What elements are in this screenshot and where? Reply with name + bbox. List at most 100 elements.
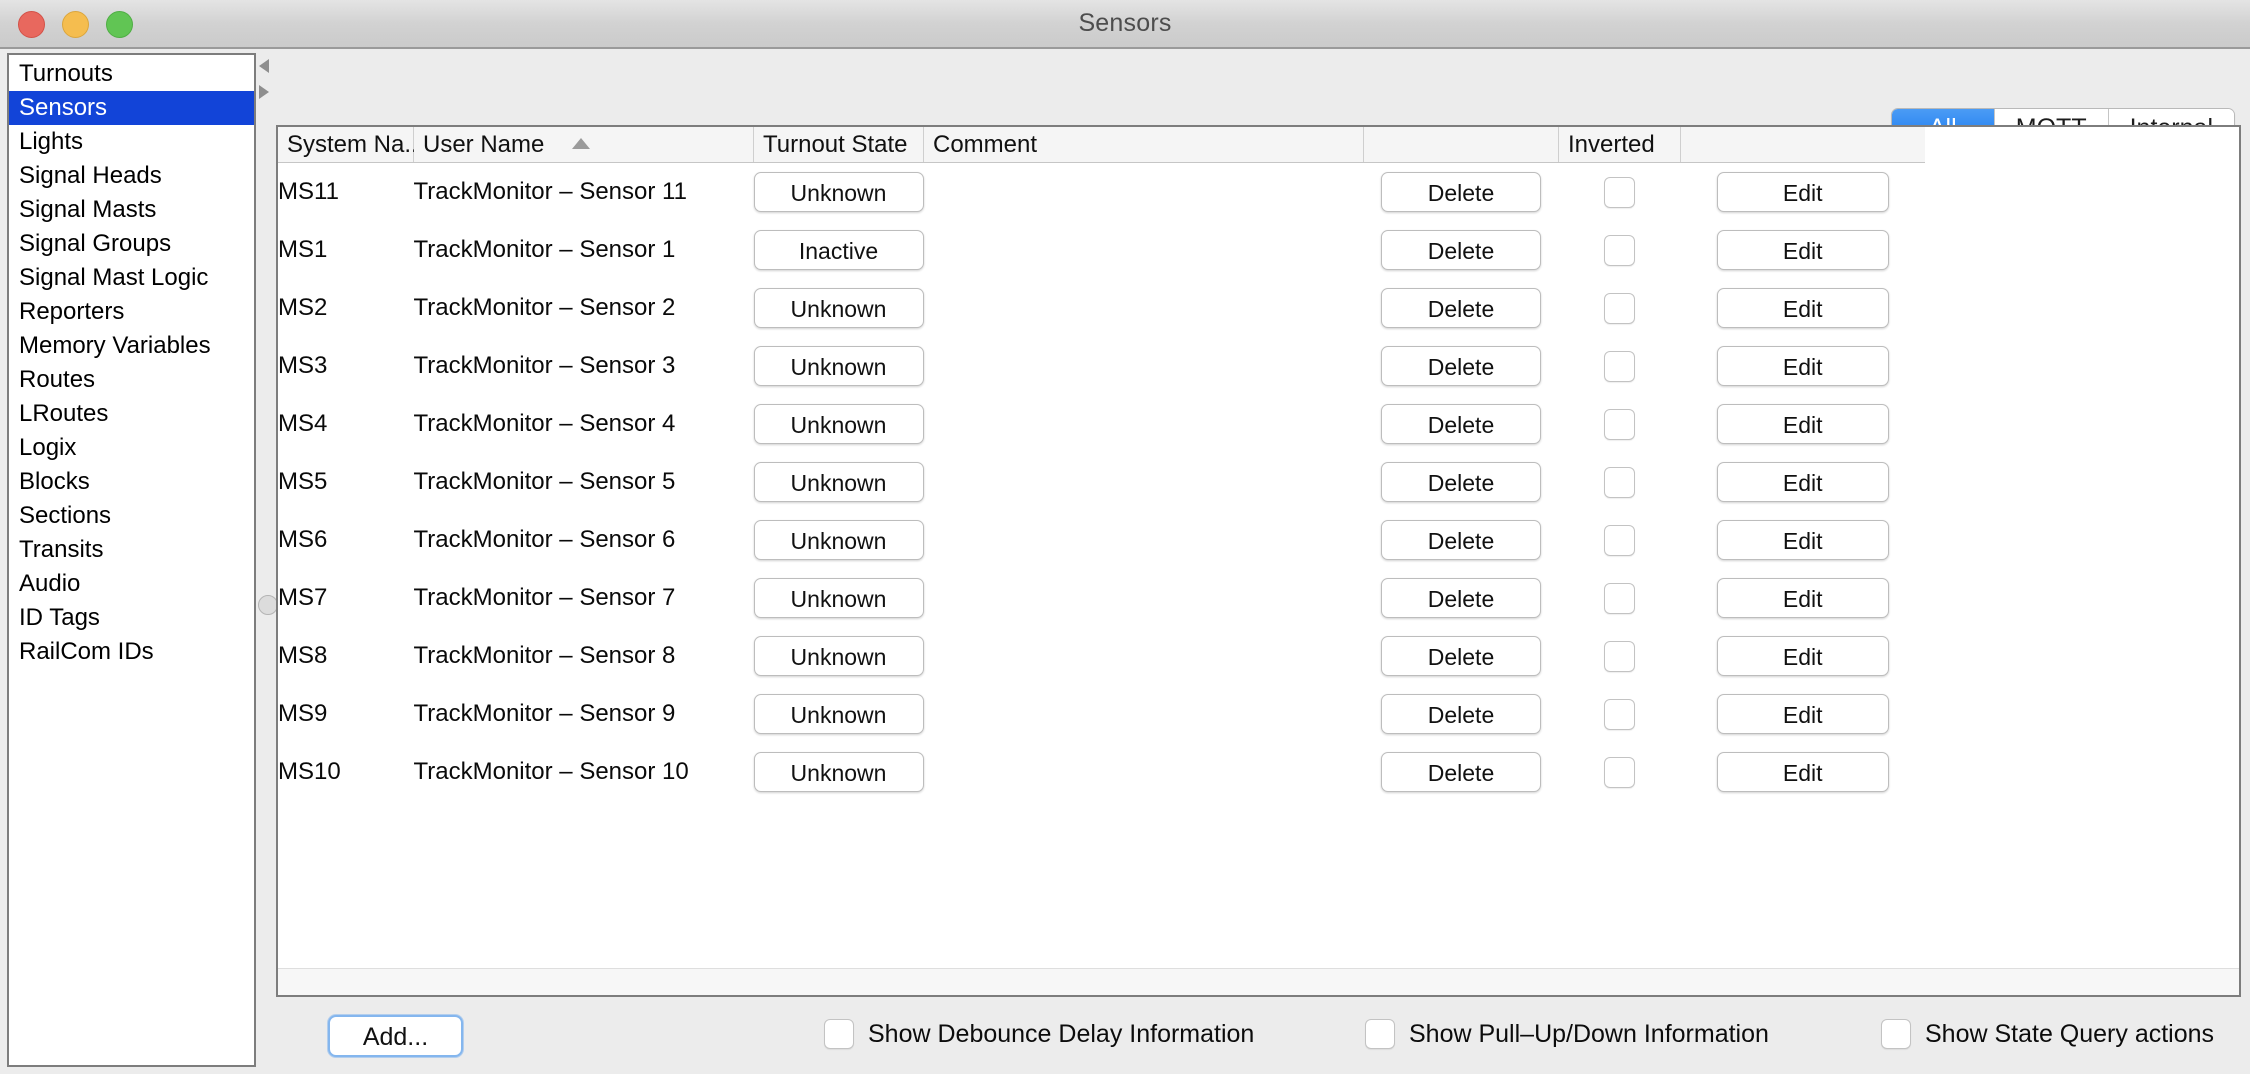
cell-user-name: TrackMonitor – Sensor 1 xyxy=(413,221,754,279)
delete-button[interactable]: Delete xyxy=(1381,346,1541,386)
inverted-checkbox[interactable] xyxy=(1604,292,1635,324)
table-row[interactable]: MS8 TrackMonitor – Sensor 8 Unknown Delete E… xyxy=(278,627,1925,685)
sidebar-item-blocks[interactable]: Blocks xyxy=(9,465,254,499)
inverted-checkbox[interactable] xyxy=(1604,756,1635,788)
show-debounce-delay-checkbox-group[interactable]: Show Debounce Delay Information xyxy=(824,1019,1254,1049)
delete-button[interactable]: Delete xyxy=(1381,520,1541,560)
sidebar-item-turnouts[interactable]: Turnouts xyxy=(9,57,254,91)
divider-grip-handle[interactable] xyxy=(258,595,278,615)
table-row[interactable]: MS2 TrackMonitor – Sensor 2 Unknown Delete E… xyxy=(278,279,1925,337)
horizontal-scrollbar[interactable] xyxy=(278,968,2239,995)
edit-button[interactable]: Edit xyxy=(1716,404,1889,444)
inverted-checkbox[interactable] xyxy=(1604,466,1635,498)
sidebar-item-railcom-ids[interactable]: RailCom IDs xyxy=(9,635,254,669)
show-state-query-checkbox-group[interactable]: Show State Query actions xyxy=(1881,1019,2214,1049)
show-state-query-checkbox[interactable] xyxy=(1881,1019,1911,1049)
cell-delete: Delete xyxy=(1363,569,1559,627)
table-row[interactable]: MS9 TrackMonitor – Sensor 9 Unknown Delete E… xyxy=(278,685,1925,743)
sidebar-item-signal-groups[interactable]: Signal Groups xyxy=(9,227,254,261)
cell-edit: Edit xyxy=(1680,221,1925,279)
sensor-state-button[interactable]: Unknown xyxy=(753,346,924,386)
add-button[interactable]: Add... xyxy=(328,1015,463,1057)
table-row[interactable]: MS4 TrackMonitor – Sensor 4 Unknown Delete E… xyxy=(278,395,1925,453)
table-row[interactable]: MS6 TrackMonitor – Sensor 6 Unknown Delete E… xyxy=(278,511,1925,569)
delete-button[interactable]: Delete xyxy=(1381,230,1541,270)
sensors-main-panel: AllMQTTInternal System Na...User NameTur… xyxy=(276,53,2243,1068)
inverted-checkbox[interactable] xyxy=(1604,524,1635,556)
edit-button[interactable]: Edit xyxy=(1716,172,1889,212)
show-debounce-delay-checkbox[interactable] xyxy=(824,1019,854,1049)
edit-button[interactable]: Edit xyxy=(1716,694,1889,734)
column-header-edit[interactable] xyxy=(1680,127,1925,163)
show-pullup-down-checkbox-group[interactable]: Show Pull–Up/Down Information xyxy=(1365,1019,1769,1049)
cell-turnout-state: Unknown xyxy=(753,279,924,337)
column-header-turnout-state[interactable]: Turnout State xyxy=(753,127,924,163)
inverted-checkbox[interactable] xyxy=(1604,176,1635,208)
sidebar-item-id-tags[interactable]: ID Tags xyxy=(9,601,254,635)
sensor-state-button[interactable]: Unknown xyxy=(753,578,924,618)
sensor-state-button[interactable]: Unknown xyxy=(753,172,924,212)
column-header-inverted[interactable]: Inverted xyxy=(1558,127,1681,163)
inverted-checkbox[interactable] xyxy=(1604,350,1635,382)
edit-button[interactable]: Edit xyxy=(1716,346,1889,386)
column-header-user-name[interactable]: User Name xyxy=(413,127,754,163)
delete-button[interactable]: Delete xyxy=(1381,578,1541,618)
sensor-state-button[interactable]: Unknown xyxy=(753,694,924,734)
edit-button[interactable]: Edit xyxy=(1716,288,1889,328)
table-row[interactable]: MS3 TrackMonitor – Sensor 3 Unknown Delete E… xyxy=(278,337,1925,395)
edit-button[interactable]: Edit xyxy=(1716,520,1889,560)
show-pullup-down-checkbox[interactable] xyxy=(1365,1019,1395,1049)
inverted-checkbox[interactable] xyxy=(1604,234,1635,266)
sidebar-item-memory-variables[interactable]: Memory Variables xyxy=(9,329,254,363)
inverted-checkbox[interactable] xyxy=(1604,698,1635,730)
inverted-checkbox[interactable] xyxy=(1604,582,1635,614)
sidebar-item-routes[interactable]: Routes xyxy=(9,363,254,397)
sidebar-item-signal-heads[interactable]: Signal Heads xyxy=(9,159,254,193)
sidebar-item-sensors[interactable]: Sensors xyxy=(9,91,254,125)
sensor-state-button[interactable]: Unknown xyxy=(753,462,924,502)
sensor-state-button[interactable]: Unknown xyxy=(753,520,924,560)
column-header-delete[interactable] xyxy=(1363,127,1559,163)
edit-button[interactable]: Edit xyxy=(1716,230,1889,270)
edit-button[interactable]: Edit xyxy=(1716,636,1889,676)
delete-button[interactable]: Delete xyxy=(1381,636,1541,676)
sidebar-item-signal-masts[interactable]: Signal Masts xyxy=(9,193,254,227)
table-row[interactable]: MS1 TrackMonitor – Sensor 1 Inactive Delete… xyxy=(278,221,1925,279)
sidebar-item-logix[interactable]: Logix xyxy=(9,431,254,465)
cell-inverted xyxy=(1558,395,1681,453)
split-pane-divider[interactable] xyxy=(256,49,278,1074)
expand-right-arrow-icon[interactable] xyxy=(259,85,269,99)
collapse-left-arrow-icon[interactable] xyxy=(259,59,269,73)
sensor-state-button[interactable]: Unknown xyxy=(753,404,924,444)
inverted-checkbox[interactable] xyxy=(1604,408,1635,440)
edit-button[interactable]: Edit xyxy=(1716,578,1889,618)
edit-button[interactable]: Edit xyxy=(1716,462,1889,502)
cell-delete: Delete xyxy=(1363,743,1559,801)
table-row[interactable]: MS5 TrackMonitor – Sensor 5 Unknown Delete E… xyxy=(278,453,1925,511)
column-header-system-name[interactable]: System Na... xyxy=(278,127,424,163)
inverted-checkbox[interactable] xyxy=(1604,640,1635,672)
sensor-state-button[interactable]: Inactive xyxy=(753,230,924,270)
edit-button[interactable]: Edit xyxy=(1716,752,1889,792)
table-row[interactable]: MS7 TrackMonitor – Sensor 7 Unknown Delete E… xyxy=(278,569,1925,627)
sidebar-item-lroutes[interactable]: LRoutes xyxy=(9,397,254,431)
sensor-state-button[interactable]: Unknown xyxy=(753,752,924,792)
table-row[interactable]: MS10 TrackMonitor – Sensor 10 Unknown Delet… xyxy=(278,743,1925,801)
delete-button[interactable]: Delete xyxy=(1381,752,1541,792)
table-row[interactable]: MS11 TrackMonitor – Sensor 11 Unknown Delet… xyxy=(278,162,1925,221)
sensor-state-button[interactable]: Unknown xyxy=(753,288,924,328)
column-header-comment[interactable]: Comment xyxy=(923,127,1364,163)
sidebar-item-audio[interactable]: Audio xyxy=(9,567,254,601)
sidebar-item-sections[interactable]: Sections xyxy=(9,499,254,533)
delete-button[interactable]: Delete xyxy=(1381,288,1541,328)
delete-button[interactable]: Delete xyxy=(1381,172,1541,212)
sidebar-item-reporters[interactable]: Reporters xyxy=(9,295,254,329)
sidebar-item-lights[interactable]: Lights xyxy=(9,125,254,159)
delete-button[interactable]: Delete xyxy=(1381,694,1541,734)
delete-button[interactable]: Delete xyxy=(1381,462,1541,502)
sidebar-item-transits[interactable]: Transits xyxy=(9,533,254,567)
cell-system-name: MS9 xyxy=(278,685,414,743)
sidebar-item-signal-mast-logic[interactable]: Signal Mast Logic xyxy=(9,261,254,295)
delete-button[interactable]: Delete xyxy=(1381,404,1541,444)
sensor-state-button[interactable]: Unknown xyxy=(753,636,924,676)
